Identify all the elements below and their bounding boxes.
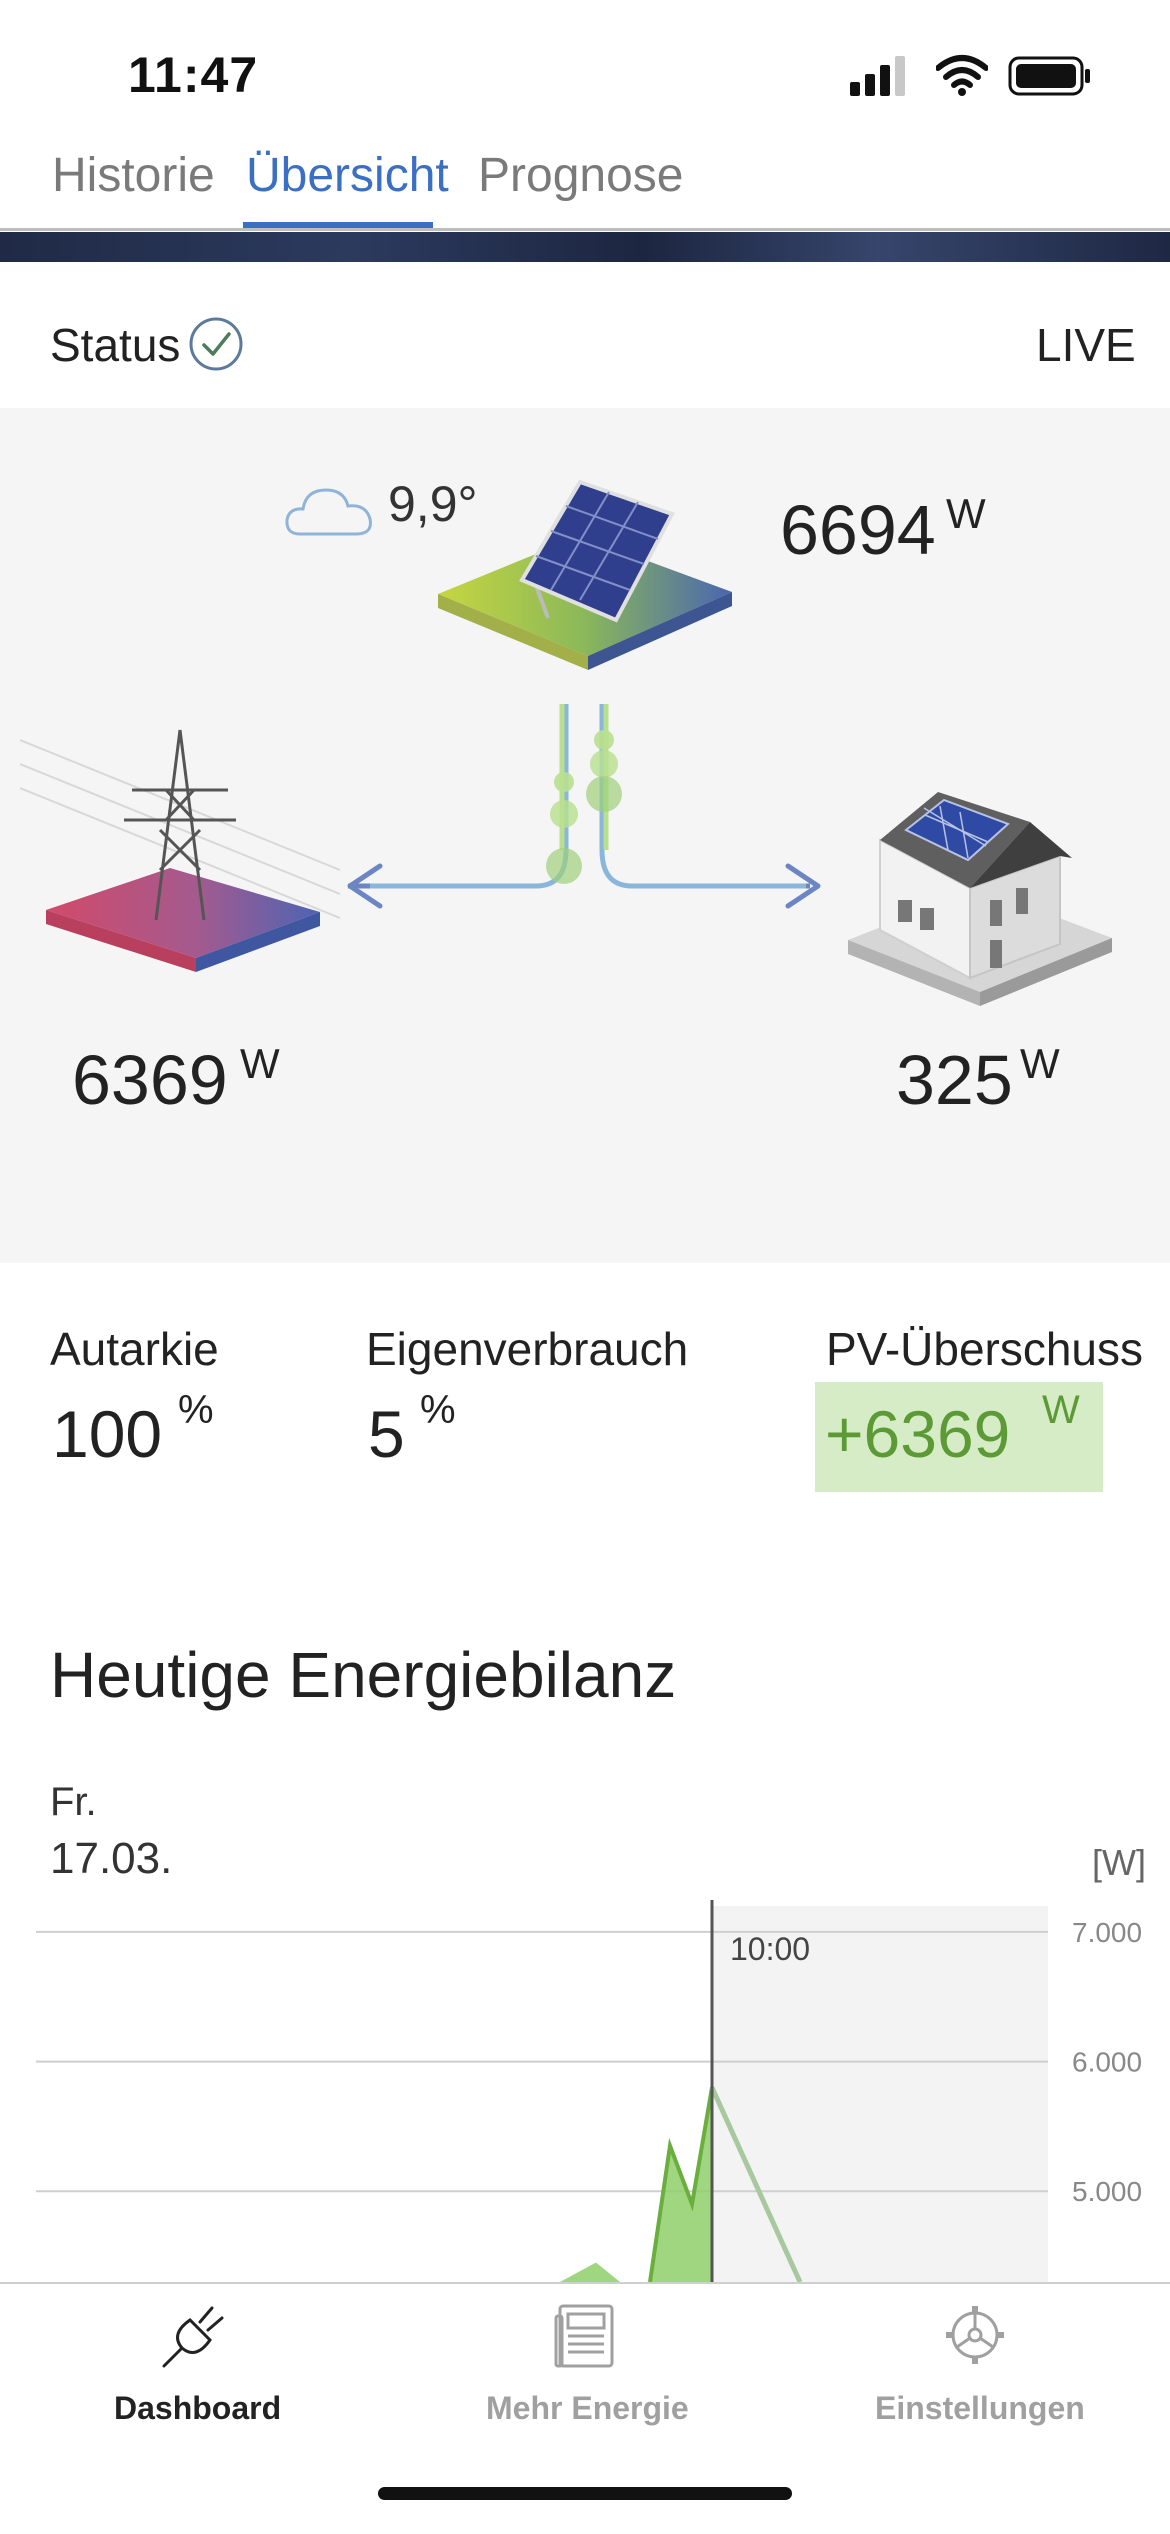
autarkie-unit: % [178, 1388, 214, 1432]
y-tick-label: 7.000 [1072, 1917, 1142, 1948]
status-ok-icon[interactable] [188, 316, 244, 372]
nav-dashboard[interactable]: Dashboard [114, 2390, 281, 2427]
pv-power-unit: W [946, 490, 986, 537]
home-indicator [378, 2487, 792, 2500]
nav-mehr-energie[interactable]: Mehr Energie [486, 2390, 689, 2427]
pv-power-value: 6694 [780, 491, 936, 569]
energy-balance-chart[interactable]: 7.000 6.000 5.000 10:00 [0, 1900, 1170, 2282]
house-consumption-value: 325 [896, 1041, 1013, 1119]
pv-surplus-label: PV-Überschuss [826, 1323, 1144, 1375]
battery-icon [1008, 56, 1090, 96]
header-image-strip [0, 232, 1170, 262]
eigenverbrauch-label: Eigenverbrauch [366, 1323, 689, 1375]
house-icon[interactable] [840, 780, 1120, 1030]
live-label: LIVE [1036, 319, 1136, 371]
y-tick-label: 5.000 [1072, 2176, 1142, 2207]
autarkie-label: Autarkie [50, 1323, 219, 1375]
status-bar: 11:47 [0, 0, 1170, 140]
pv-production-area [560, 2087, 712, 2282]
clock: 11:47 [128, 47, 259, 103]
wifi-icon [936, 55, 988, 96]
autarkie-value: 100 [52, 1397, 163, 1471]
energy-flow-arrows [347, 704, 821, 909]
gear-icon[interactable] [942, 2302, 1008, 2368]
newspaper-icon[interactable] [552, 2300, 618, 2370]
signal-icon [850, 56, 905, 96]
eigenverbrauch-unit: % [420, 1388, 456, 1432]
energy-balance-title: Heutige Energiebilanz [50, 1639, 677, 1711]
grid-power-value: 6369 [72, 1041, 228, 1119]
y-tick-label: 6.000 [1072, 2047, 1142, 2078]
plug-icon[interactable] [160, 2300, 230, 2370]
pv-surplus-value: +6369 [825, 1397, 1011, 1471]
tab-prognose[interactable]: Prognose [478, 148, 683, 203]
power-grid-icon[interactable] [20, 720, 350, 1020]
solar-panel-icon[interactable] [430, 470, 740, 700]
tab-uebersicht[interactable]: Übersicht [246, 148, 449, 203]
grid-power-unit: W [240, 1040, 280, 1087]
pv-surplus-unit: W [1042, 1388, 1080, 1432]
tabs-divider [0, 228, 1170, 231]
chart-date-label[interactable]: 17.03. [50, 1834, 172, 1884]
cloud-icon [285, 488, 372, 536]
current-time-label: 10:00 [730, 1931, 810, 1967]
status-label: Status [50, 319, 181, 371]
house-consumption-unit: W [1020, 1040, 1060, 1087]
chart-day-label: Fr. [50, 1780, 97, 1824]
eigenverbrauch-value: 5 [368, 1397, 405, 1471]
nav-einstellungen[interactable]: Einstellungen [875, 2390, 1085, 2427]
chart-unit-label: [W] [1092, 1842, 1146, 1883]
tab-historie[interactable]: Historie [52, 148, 215, 203]
